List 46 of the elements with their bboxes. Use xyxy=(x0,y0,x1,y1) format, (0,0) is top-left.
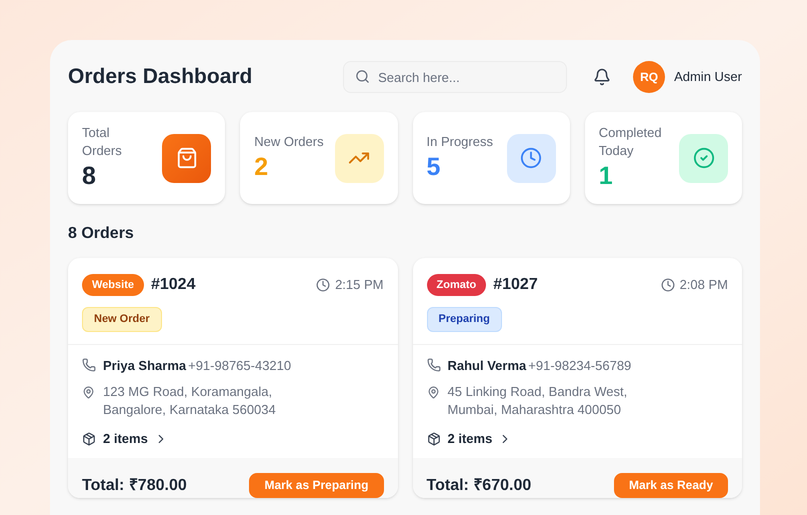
search-icon xyxy=(355,69,370,84)
search-field[interactable]: Search here... xyxy=(343,61,568,93)
stat-label: New Orders xyxy=(254,133,324,151)
items-link[interactable]: 2 items xyxy=(426,429,512,448)
customer-name: Rahul Verma xyxy=(448,356,526,374)
action-button[interactable]: Mark as Preparing xyxy=(249,472,384,498)
page-title: Orders Dashboard xyxy=(68,64,254,90)
order-time: 2:15 PM xyxy=(335,276,384,294)
location-pin-icon xyxy=(426,386,440,399)
customer-phone: +91-98234-56789 xyxy=(528,356,632,374)
order-number: #1024 xyxy=(150,275,196,295)
source-tag: Website xyxy=(82,274,144,296)
status-badge: New Order xyxy=(82,307,162,332)
source-tag: Zomato xyxy=(426,274,486,296)
package-icon xyxy=(82,432,96,446)
clock-icon xyxy=(316,278,330,292)
stat-label: In Progress xyxy=(426,133,494,151)
user-avatar[interactable]: RQ xyxy=(633,61,666,93)
order-time: 2:08 PM xyxy=(680,276,728,294)
section-heading: 8 Orders xyxy=(68,224,135,244)
clock-icon xyxy=(660,278,675,292)
location-pin-icon xyxy=(82,386,95,399)
clock-icon xyxy=(520,147,542,169)
stat-value: 2 xyxy=(254,152,270,183)
shopping-bag-icon xyxy=(176,147,198,169)
bell-icon xyxy=(593,68,612,86)
order-number: #1027 xyxy=(493,275,539,295)
customer-address: 123 MG Road, Koramangala, Bangalore, Karnataka 560034 xyxy=(103,383,277,419)
check-circle-icon xyxy=(692,147,714,169)
stat-label: Total Orders xyxy=(82,124,123,160)
order-total: Total: ₹780.00 xyxy=(82,476,187,496)
customer-address: 45 Linking Road, Bandra West, Mumbai, Maharashtra 400050 xyxy=(448,383,628,419)
order-total: Total: ₹670.00 xyxy=(426,476,532,496)
phone-icon xyxy=(426,358,440,372)
stat-label: Completed Today xyxy=(598,124,663,160)
stat-value: 5 xyxy=(426,152,442,183)
items-link[interactable]: 2 items xyxy=(82,429,168,448)
customer-name: Priya Sharma xyxy=(103,356,186,375)
customer-phone: +91-98765-43210 xyxy=(188,356,292,374)
action-button[interactable]: Mark as Ready xyxy=(614,472,728,498)
user-name: Admin User xyxy=(674,68,742,86)
phone-icon xyxy=(82,358,96,372)
stat-value: 1 xyxy=(598,161,614,192)
package-icon xyxy=(426,432,440,446)
stat-value: 8 xyxy=(82,161,97,192)
status-badge: Preparing xyxy=(426,307,502,332)
